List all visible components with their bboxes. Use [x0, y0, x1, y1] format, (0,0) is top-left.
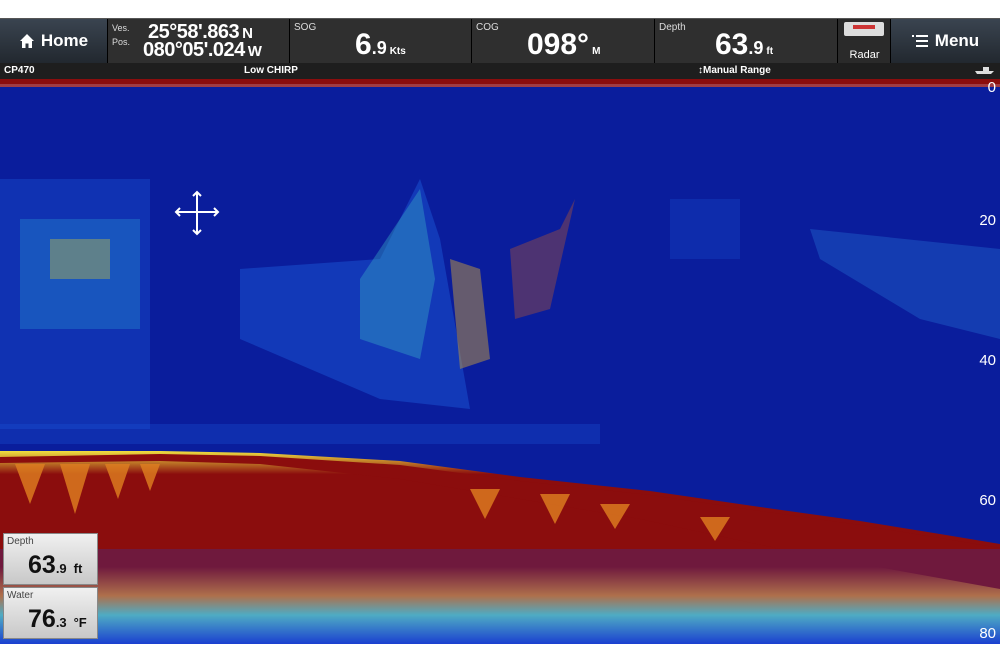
bait-school-left	[0, 179, 150, 429]
vessel-position-box[interactable]: Ves. Pos. 25°58'.863 N 080°05'.024 W	[108, 19, 290, 63]
depth-tick: 20	[979, 212, 996, 229]
surface-clutter-fringe	[0, 84, 1000, 87]
water-panel-value: 76.3 °F	[28, 605, 87, 633]
water-panel-label: Water	[7, 590, 34, 601]
crosshair-icon[interactable]	[174, 190, 220, 236]
radar-thumbnail-icon	[844, 22, 884, 36]
position-label-line2: Pos.	[112, 37, 131, 47]
depth-panel-label: Depth	[7, 536, 34, 547]
menu-label: Menu	[934, 31, 980, 50]
transducer-label: CP470	[4, 65, 35, 76]
depth-tick: 80	[979, 625, 996, 642]
radar-button[interactable]: Radar	[838, 19, 891, 63]
sonar-echogram[interactable]	[0, 79, 1000, 644]
water-temp-panel[interactable]: Water 76.3 °F	[3, 587, 98, 639]
depth-value: 63.9 ft	[715, 28, 774, 61]
depth-box[interactable]: Depth 63.9 ft	[655, 19, 838, 63]
range-mode[interactable]: ↕Manual Range	[698, 65, 771, 76]
sounder-status-strip: CP470 Low CHIRP ↕Manual Range	[0, 63, 1000, 79]
depth-panel-value: 63.9 ft	[28, 551, 83, 579]
thermocline-band	[0, 424, 600, 444]
home-label: Home	[40, 31, 89, 50]
channel-label[interactable]: Low CHIRP	[244, 65, 298, 76]
sog-label: SOG	[294, 22, 317, 33]
sub-bottom-speckle	[0, 549, 1000, 644]
bait-school-right	[670, 199, 1000, 339]
sog-value: 6.9 Kts	[355, 28, 406, 61]
depth-tick: 0	[987, 79, 996, 96]
top-databar: Home Ves. Pos. 25°58'.863 N 080°05'.024 W …	[0, 18, 1000, 64]
depth-tick: 40	[979, 352, 996, 369]
surface-clutter-band	[0, 79, 1000, 84]
boat-icon	[975, 67, 994, 74]
menu-icon	[911, 35, 928, 47]
cog-value: 098° M	[527, 28, 601, 61]
menu-button[interactable]: Menu	[891, 19, 1000, 63]
depth-tick: 60	[979, 492, 996, 509]
cog-label: COG	[476, 22, 499, 33]
depth-scale: 0 20 40 60 80	[970, 79, 1000, 644]
cog-box[interactable]: COG 098° M	[472, 19, 655, 63]
sonar-echogram-graphic	[0, 79, 1000, 644]
home-icon	[19, 34, 34, 48]
radar-label: Radar	[849, 49, 880, 61]
depth-label: Depth	[659, 22, 686, 33]
position-label-line1: Ves.	[112, 23, 130, 33]
sog-box[interactable]: SOG 6.9 Kts	[290, 19, 472, 63]
depth-panel[interactable]: Depth 63.9 ft	[3, 533, 98, 585]
home-button[interactable]: Home	[0, 19, 108, 63]
longitude-value: 080°05'.024 W	[143, 39, 262, 61]
bait-school-center	[240, 179, 575, 409]
